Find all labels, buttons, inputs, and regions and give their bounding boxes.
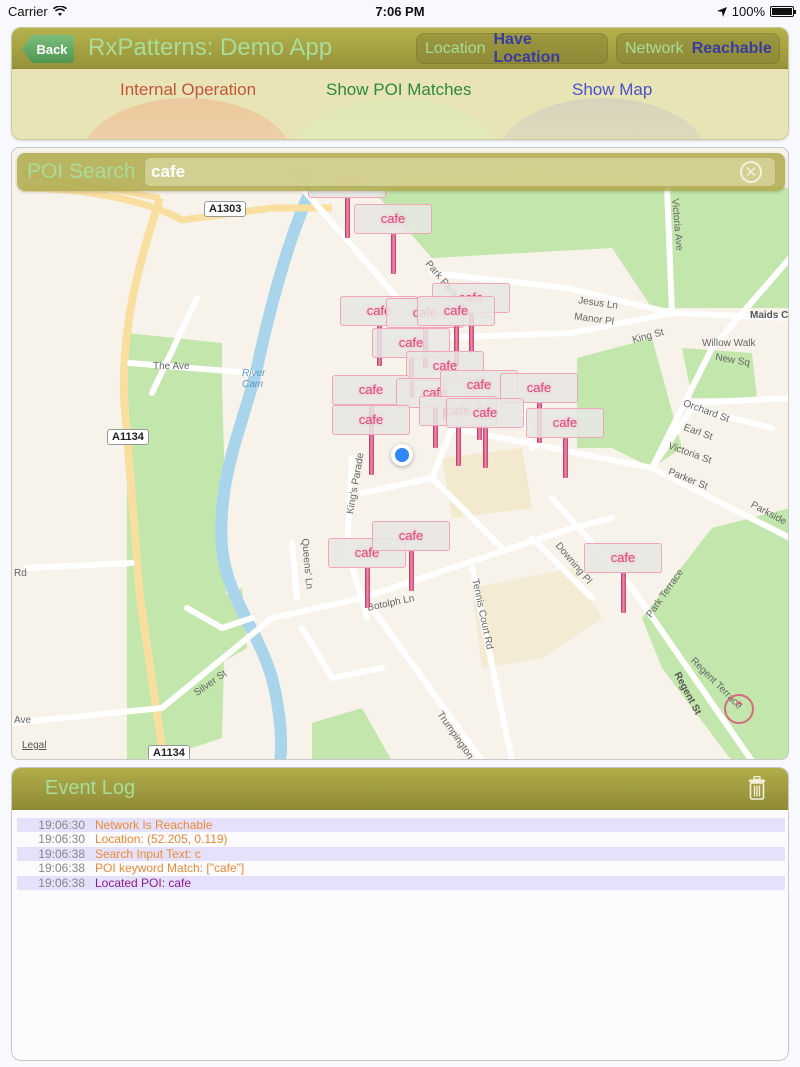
mode-hump-internal [82, 98, 292, 139]
road [24, 560, 135, 571]
network-status: Network Reachable [616, 33, 780, 64]
pin-label: cafe [584, 543, 662, 573]
river-label: River Cam [242, 368, 266, 390]
street-label: Ave [14, 715, 32, 726]
pin-pole [345, 198, 350, 238]
mode-show-poi-matches[interactable]: Show POI Matches [326, 80, 472, 100]
mode-slider[interactable]: Internal Operation Show POI Matches Show… [12, 69, 788, 139]
map-view[interactable]: A1303 A1134 A1134 A130 The Ave River Cam… [11, 147, 789, 760]
street-label: The Ave [153, 361, 190, 372]
navigation-bar: Back RxPatterns: Demo App Location Have … [12, 28, 788, 69]
event-log-panel: Event Log 19:06:30 Network Is Reachable … [11, 767, 789, 1061]
back-button[interactable]: Back [22, 35, 74, 63]
event-log-header: Event Log [12, 768, 788, 810]
app-title: RxPatterns: Demo App [88, 34, 333, 61]
trash-icon[interactable] [748, 776, 766, 800]
pin-label: cafe [526, 408, 604, 438]
log-message: Location: (52.205, 0.119) [95, 832, 228, 847]
road [299, 625, 385, 682]
status-bar: Carrier 7:06 PM 100% [0, 0, 800, 22]
poi-pin-cafe[interactable]: cafe [354, 204, 432, 288]
mode-hump-poi [290, 98, 500, 139]
log-message: Network Is Reachable [95, 818, 213, 832]
poi-search-bar: POI Search ✕ [17, 153, 785, 191]
road [689, 395, 788, 406]
log-time: 19:06:30 [38, 832, 85, 847]
location-status: Location Have Location [416, 30, 608, 66]
mode-hump-map [498, 98, 708, 139]
network-value: Reachable [691, 39, 772, 57]
road-shield: A1134 [107, 429, 149, 445]
road-shield: A1134 [148, 745, 190, 759]
pin-pole [483, 428, 488, 468]
road-shield: A1303 [204, 201, 247, 217]
pin-pole [365, 568, 370, 608]
pin-pole [409, 551, 414, 591]
log-message: POI keyword Match: ["cafe"] [95, 861, 245, 876]
battery-icon [770, 6, 796, 17]
log-time: 19:06:38 [38, 861, 85, 876]
location-arrow-icon [716, 6, 727, 17]
poi-pin-cafe[interactable]: cafe [372, 521, 450, 605]
pin-label: cafe [446, 398, 524, 428]
battery-percent: 100% [731, 4, 765, 19]
network-label: Network [625, 39, 684, 57]
street-label: Rd [14, 568, 27, 579]
top-panel: Back RxPatterns: Demo App Location Have … [11, 27, 789, 140]
tracking-compass-icon[interactable]: ⌃ [724, 694, 754, 724]
log-message: Search Input Text: c [95, 846, 201, 861]
log-time: 19:06:38 [38, 875, 85, 890]
log-entry: 19:06:38 Located POI: cafe [17, 875, 785, 890]
log-message: Located POI: cafe [95, 875, 192, 890]
log-time: 19:06:30 [38, 818, 85, 832]
road [289, 540, 300, 601]
poi-pin-cafe[interactable]: cafe [584, 543, 662, 627]
mode-internal-operation[interactable]: Internal Operation [120, 80, 256, 100]
mode-show-map[interactable]: Show Map [572, 80, 652, 100]
pin-pole [621, 573, 626, 613]
poi-search-input[interactable] [144, 157, 776, 187]
user-location-dot[interactable] [391, 444, 413, 466]
log-entry: 19:06:38 POI keyword Match: ["cafe"] [17, 861, 785, 875]
clear-search-button[interactable]: ✕ [740, 161, 762, 183]
poi-search-label: POI Search [27, 160, 136, 183]
battery-level [772, 8, 792, 15]
log-entry: 19:06:30 Location: (52.205, 0.119) [17, 832, 785, 846]
road-a1303 [21, 184, 332, 224]
log-entry: 19:06:30 Network Is Reachable [17, 818, 785, 833]
clock: 7:06 PM [375, 4, 425, 19]
legal-link[interactable]: Legal [22, 740, 46, 751]
location-value: Have Location [493, 30, 561, 66]
poi-pin-cafe[interactable]: cafe [526, 408, 604, 492]
log-entry: 19:06:38 Search Input Text: c [17, 846, 785, 862]
clear-circle-icon: ✕ [744, 163, 758, 181]
pin-label: cafe [354, 204, 432, 234]
pin-pole [563, 438, 568, 478]
pin-pole [391, 234, 396, 274]
log-time: 19:06:38 [38, 846, 85, 861]
location-label: Location [425, 39, 486, 57]
event-log-list[interactable]: 19:06:30 Network Is Reachable 19:06:30 L… [17, 818, 785, 890]
pin-label: cafe [372, 521, 450, 551]
street-label: Willow Walk [702, 338, 756, 349]
pin-pole [369, 435, 374, 475]
poi-pin-cafe[interactable]: cafe [446, 398, 524, 482]
street-label: Maids Caus [750, 310, 789, 321]
event-log-title: Event Log [45, 777, 136, 799]
road-trumpington [369, 605, 485, 759]
river-cam [215, 185, 318, 759]
park-area [312, 708, 391, 759]
pin-label: cafe [417, 296, 495, 326]
pin-label: cafe [332, 405, 410, 435]
